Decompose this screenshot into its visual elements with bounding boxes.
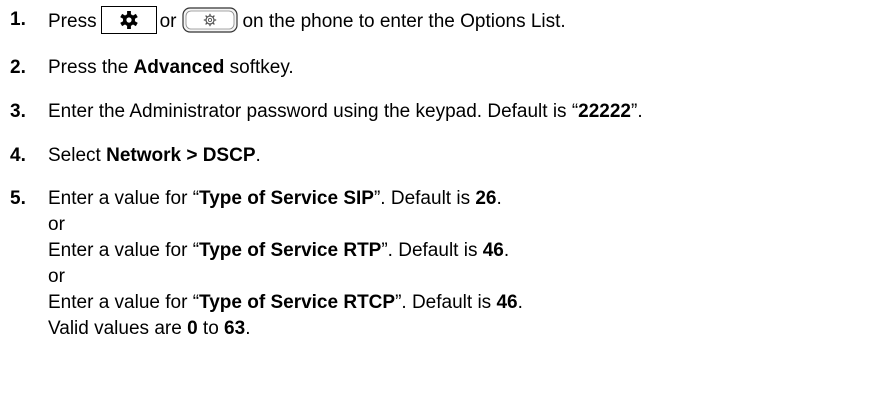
default-value: 46 [496,292,518,313]
step-text-part: or [48,266,65,287]
step-number: 3. [10,101,26,122]
default-password: 22222 [578,101,631,122]
step-line: Enter a value for “Type of Service RTCP”… [48,290,523,316]
default-value: 26 [475,188,497,209]
step-text-part: ”. Default is [381,240,483,261]
softkey-name: Advanced [133,57,225,78]
step-text-part: Enter a value for “ [48,240,200,261]
step-text: Enter a value for “Type of Service SIP”.… [48,186,523,342]
step-text-post: on the phone to enter the Options List. [242,11,566,33]
settings-key-icon [182,7,239,33]
gear-icon [100,6,157,34]
step-text-part: Select [48,145,107,166]
step-line: Enter a value for “Type of Service RTP”.… [48,238,523,264]
step-text: Enter the Administrator password using t… [48,100,643,124]
step-number: 4. [10,145,26,166]
step-text: Press the Advanced softkey. [48,56,294,80]
step-text-part: . [245,318,251,339]
default-value: 46 [482,240,504,261]
step-text: Select Network > DSCP. [48,144,261,168]
step-text-part: . [255,145,261,166]
step-text-part: to [197,318,225,339]
step-text-part: ”. Default is [395,292,497,313]
step-number: 1. [10,9,26,30]
step-text-part: . [503,240,510,261]
range-min: 0 [187,318,198,339]
step-text-part: or [48,214,65,235]
step-text-part: . [496,188,502,209]
range-max: 63 [224,318,246,339]
step-text-pre: Press [48,11,97,33]
step-line: Enter a value for “Type of Service SIP”.… [48,186,523,212]
step-text-part: Enter the Administrator password using t… [48,101,579,122]
step-number: 5. [10,188,26,209]
step-text-part: Enter a value for “ [48,292,200,313]
setting-name: Type of Service SIP [199,188,374,209]
step-text-part: ”. [631,101,643,122]
step-line: Valid values are 0 to 63. [48,316,523,342]
step-text-part: Press the [48,57,134,78]
step-text-part: Enter a value for “ [48,188,200,209]
step-text-part: . [517,292,523,313]
step-text: Press or on the phone to enter the Optio… [48,6,566,36]
step-text-part: Valid values are [48,318,188,339]
step-text-part: ”. Default is [373,188,476,209]
setting-name: Type of Service RTP [199,240,382,261]
menu-path: Network > DSCP [106,145,256,166]
setting-name: Type of Service RTCP [199,292,396,313]
step-text-mid: or [159,11,177,33]
step-line: or [48,264,523,290]
step-line: or [48,212,523,238]
step-number: 2. [10,57,26,78]
step-text-part: softkey. [224,57,294,78]
